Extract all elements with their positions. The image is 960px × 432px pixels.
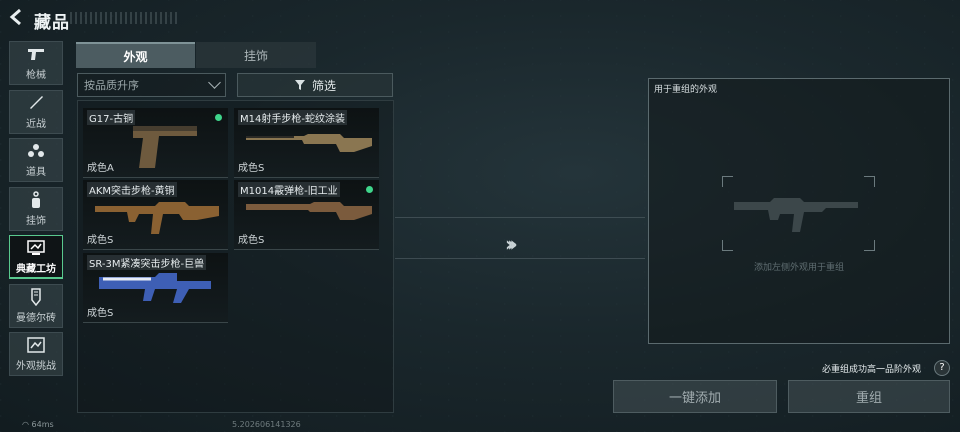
item-name: M1014霰弹枪-旧工业 bbox=[238, 182, 340, 197]
charm-icon bbox=[27, 190, 45, 209]
sort-dropdown[interactable]: 按品质升序 bbox=[77, 73, 226, 97]
brick-icon bbox=[27, 287, 45, 306]
ping-value: 64ms bbox=[31, 420, 54, 429]
nav-item-charm[interactable]: 挂饰 bbox=[9, 186, 63, 231]
tab-charms[interactable]: 挂饰 bbox=[196, 42, 316, 68]
nav-item-pistol[interactable]: 枪械 bbox=[9, 41, 63, 85]
regroup-note: 必重组成功高一品阶外观 bbox=[822, 365, 922, 375]
item-quality: 成色S bbox=[238, 235, 265, 246]
regroup-title: 用于重组的外观 bbox=[654, 85, 718, 95]
frame-corner bbox=[722, 176, 733, 187]
appearance-card[interactable]: SR-3M紧凑突击步枪-巨兽成色S bbox=[83, 253, 228, 323]
nav-label: 挂饰 bbox=[26, 215, 46, 227]
appearance-card[interactable]: M14射手步枪-蛇纹涂装成色S bbox=[234, 108, 379, 178]
filter-button[interactable]: 筛选 bbox=[237, 73, 393, 97]
workshop-icon bbox=[27, 239, 45, 257]
frame-corner bbox=[722, 240, 733, 251]
page-title: 藏品 bbox=[34, 13, 70, 33]
grenade-icon bbox=[27, 142, 45, 160]
nav-label: 曼德尔砖 bbox=[16, 312, 56, 324]
connector-line bbox=[395, 217, 645, 218]
frame-corner bbox=[864, 240, 875, 251]
nav-item-brick[interactable]: 曼德尔砖 bbox=[9, 283, 63, 328]
nav-label: 近战 bbox=[26, 118, 46, 130]
build-number: 5.202606141326 bbox=[232, 420, 301, 429]
question-icon[interactable]: ? bbox=[934, 360, 950, 376]
item-quality: 成色S bbox=[87, 235, 114, 246]
header-decoration bbox=[70, 12, 180, 24]
pistol-icon bbox=[27, 45, 45, 63]
challenge-icon bbox=[27, 336, 45, 354]
chevron-down-icon bbox=[208, 76, 221, 89]
nav-item-challenge[interactable]: 外观挑战 bbox=[9, 332, 63, 376]
knife-icon bbox=[27, 94, 45, 112]
ping-status: ◠ 64ms bbox=[22, 420, 54, 429]
add-all-button[interactable]: 一键添加 bbox=[613, 380, 777, 413]
back-arrow-icon[interactable] bbox=[8, 8, 30, 30]
new-indicator bbox=[215, 114, 222, 121]
filter-icon bbox=[294, 80, 305, 90]
filter-label: 筛选 bbox=[311, 78, 336, 93]
item-name: G17-古铜 bbox=[87, 110, 136, 125]
nav-label: 道具 bbox=[26, 167, 46, 178]
rifle-placeholder-icon bbox=[734, 198, 858, 232]
item-name: AKM突击步枪-黄铜 bbox=[87, 182, 177, 197]
item-quality: 成色S bbox=[238, 163, 265, 174]
nav-label: 典藏工坊 bbox=[16, 264, 56, 275]
item-quality: 成色A bbox=[87, 163, 114, 174]
appearance-card[interactable]: M1014霰弹枪-旧工业成色S bbox=[234, 180, 379, 250]
sort-value: 按品质升序 bbox=[84, 79, 139, 92]
tab-appearance[interactable]: 外观 bbox=[76, 42, 195, 68]
nav-label: 外观挑战 bbox=[16, 361, 56, 372]
nav-item-knife[interactable]: 近战 bbox=[9, 89, 63, 134]
frame-corner bbox=[864, 176, 875, 187]
appearance-card[interactable]: AKM突击步枪-黄铜成色S bbox=[83, 180, 228, 250]
nav-item-workshop[interactable]: 典藏工坊 bbox=[9, 235, 63, 279]
new-indicator bbox=[366, 186, 373, 193]
regroup-hint: 添加左侧外观用于重组 bbox=[753, 263, 844, 273]
item-name: M14射手步枪-蛇纹涂装 bbox=[238, 110, 347, 125]
arrows-icon: ››› bbox=[505, 232, 518, 256]
wifi-icon: ◠ bbox=[22, 420, 32, 429]
item-quality: 成色S bbox=[87, 308, 114, 319]
connector-line bbox=[395, 258, 645, 259]
nav-label: 枪械 bbox=[26, 70, 46, 81]
regroup-button[interactable]: 重组 bbox=[788, 380, 950, 413]
item-name: SR-3M紧凑突击步枪-巨兽 bbox=[87, 255, 207, 270]
appearance-card[interactable]: G17-古铜成色A bbox=[83, 108, 228, 178]
nav-item-grenade[interactable]: 道具 bbox=[9, 138, 63, 182]
